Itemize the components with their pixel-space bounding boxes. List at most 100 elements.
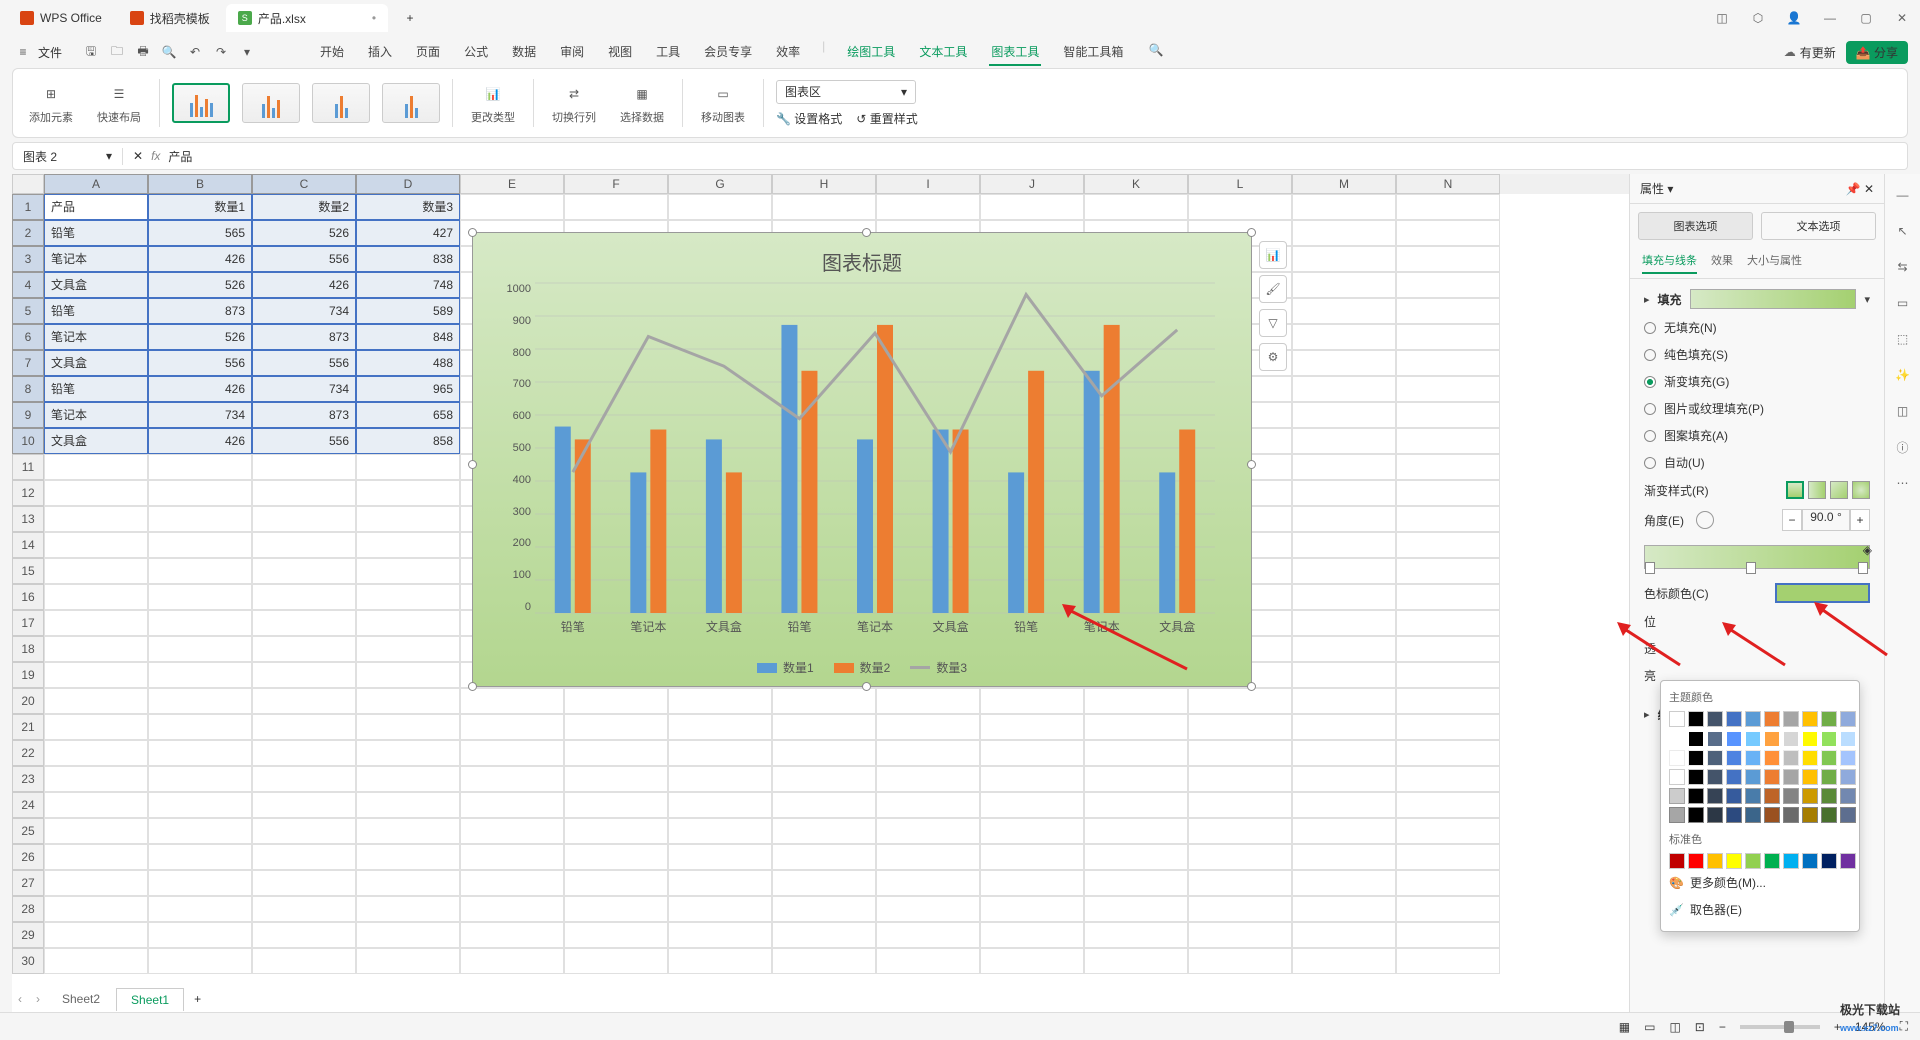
color-cell[interactable]	[1802, 731, 1818, 747]
cell[interactable]	[1084, 714, 1188, 740]
fill-pattern-radio[interactable]: 图案填充(A)	[1644, 427, 1870, 444]
cell[interactable]	[772, 714, 876, 740]
cell[interactable]	[252, 662, 356, 688]
cell[interactable]	[44, 844, 148, 870]
row-header[interactable]: 30	[12, 948, 44, 974]
color-cell[interactable]	[1783, 731, 1799, 747]
cell[interactable]: 铅笔	[44, 298, 148, 324]
cell[interactable]	[356, 454, 460, 480]
cell[interactable]: 铅笔	[44, 220, 148, 246]
color-cell[interactable]	[1821, 807, 1837, 823]
cell[interactable]	[356, 480, 460, 506]
chart-styles-button[interactable]: 🖌	[1259, 275, 1287, 303]
color-cell[interactable]	[1707, 731, 1723, 747]
close-button[interactable]: ✕	[1892, 8, 1912, 28]
color-cell[interactable]	[1764, 853, 1780, 869]
cell[interactable]	[252, 792, 356, 818]
cell[interactable]	[876, 714, 980, 740]
row-header[interactable]: 4	[12, 272, 44, 298]
cell[interactable]	[44, 922, 148, 948]
cell[interactable]	[460, 870, 564, 896]
cell[interactable]	[772, 896, 876, 922]
fullscreen-icon[interactable]: ⛶	[1900, 1019, 1908, 1034]
cell[interactable]	[44, 558, 148, 584]
cell[interactable]	[460, 688, 564, 714]
tab-text-options[interactable]: 文本选项	[1761, 212, 1876, 240]
color-cell[interactable]	[1669, 788, 1685, 804]
cell[interactable]	[148, 792, 252, 818]
info-icon[interactable]: ⓘ	[1892, 436, 1914, 458]
cell[interactable]	[1396, 844, 1500, 870]
cell[interactable]: 556	[252, 428, 356, 454]
color-cell[interactable]	[1745, 711, 1761, 727]
cell[interactable]	[668, 740, 772, 766]
cell[interactable]	[1188, 818, 1292, 844]
cell[interactable]	[252, 454, 356, 480]
cell[interactable]	[1396, 428, 1500, 454]
cell[interactable]	[356, 688, 460, 714]
crop-icon[interactable]: ⬚	[1892, 328, 1914, 350]
grad-stop-1[interactable]	[1645, 562, 1655, 574]
cell[interactable]: 文具盒	[44, 350, 148, 376]
cell[interactable]	[44, 688, 148, 714]
cell[interactable]	[1396, 792, 1500, 818]
view-break-icon[interactable]: ◫	[1669, 1020, 1680, 1034]
row-header[interactable]: 29	[12, 922, 44, 948]
cell[interactable]	[44, 506, 148, 532]
sheet-nav-left[interactable]: ‹	[12, 992, 28, 1006]
color-cell[interactable]	[1764, 711, 1780, 727]
cell[interactable]	[1396, 558, 1500, 584]
cell[interactable]	[876, 948, 980, 974]
cell[interactable]: 589	[356, 298, 460, 324]
cell[interactable]	[460, 818, 564, 844]
cell[interactable]	[1292, 636, 1396, 662]
row-header[interactable]: 24	[12, 792, 44, 818]
cell[interactable]	[148, 714, 252, 740]
cell[interactable]: 笔记本	[44, 402, 148, 428]
color-cell[interactable]	[1764, 788, 1780, 804]
close-panel-icon[interactable]: ✕	[1864, 182, 1874, 196]
cell[interactable]	[564, 688, 668, 714]
cell[interactable]	[356, 506, 460, 532]
color-cell[interactable]	[1840, 788, 1856, 804]
redo-icon[interactable]: ↷	[210, 41, 232, 63]
cell[interactable]	[1292, 844, 1396, 870]
print-icon[interactable]: 🖶	[132, 41, 154, 63]
color-cell[interactable]	[1688, 711, 1704, 727]
row-header[interactable]: 1	[12, 194, 44, 220]
color-cell[interactable]	[1726, 731, 1742, 747]
select-all-corner[interactable]	[12, 174, 44, 194]
cell[interactable]	[148, 896, 252, 922]
col-header[interactable]: L	[1188, 174, 1292, 194]
color-cell[interactable]	[1802, 711, 1818, 727]
cell[interactable]	[1292, 480, 1396, 506]
cell[interactable]	[1292, 324, 1396, 350]
cell[interactable]	[460, 714, 564, 740]
cell[interactable]	[460, 766, 564, 792]
angle-input[interactable]: 90.0 °	[1802, 509, 1850, 531]
row-header[interactable]: 22	[12, 740, 44, 766]
cell[interactable]	[44, 454, 148, 480]
menu-tab-view[interactable]: 视图	[606, 39, 634, 66]
cell[interactable]	[1396, 688, 1500, 714]
row-header[interactable]: 14	[12, 532, 44, 558]
cell[interactable]	[252, 558, 356, 584]
cell[interactable]	[148, 584, 252, 610]
cell[interactable]	[252, 766, 356, 792]
cell[interactable]	[1292, 350, 1396, 376]
cell[interactable]	[772, 818, 876, 844]
cell[interactable]	[1396, 584, 1500, 610]
menu-tab-member[interactable]: 会员专享	[702, 39, 754, 66]
row-header[interactable]: 8	[12, 376, 44, 402]
cursor-icon[interactable]: ↖	[1892, 220, 1914, 242]
effects-icon[interactable]: ✨	[1892, 364, 1914, 386]
row-header[interactable]: 12	[12, 480, 44, 506]
cell[interactable]: 838	[356, 246, 460, 272]
row-header[interactable]: 17	[12, 610, 44, 636]
add-sheet-button[interactable]: +	[186, 992, 209, 1006]
menu-tab-tools[interactable]: 工具	[654, 39, 682, 66]
color-cell[interactable]	[1783, 711, 1799, 727]
cell[interactable]	[1396, 896, 1500, 922]
menu-tab-review[interactable]: 审阅	[558, 39, 586, 66]
color-cell[interactable]	[1745, 750, 1761, 766]
